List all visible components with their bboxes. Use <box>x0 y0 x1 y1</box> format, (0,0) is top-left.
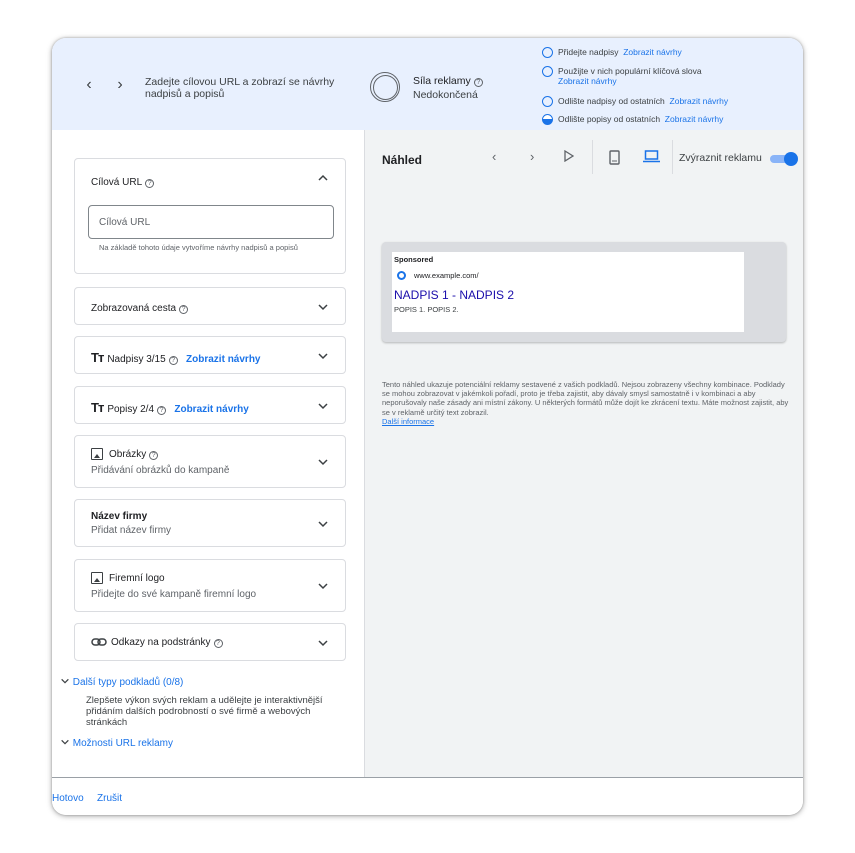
view-suggestions-link[interactable]: Zobrazit návrhy <box>623 47 682 57</box>
preview-panel: Náhled ‹ › Zvýraznit reklamu Sponsored w… <box>365 130 803 777</box>
header-title: Zadejte cílovou URL a zobrazí se návrhy … <box>145 76 335 100</box>
text-size-icon: Tт <box>91 400 104 415</box>
sitelinks-section[interactable]: Odkazy na podstránky? <box>74 623 346 661</box>
sitelinks-title: Odkazy na podstránky? <box>111 637 223 648</box>
suggestion-item: Odlište popisy od ostatních Zobrazit náv… <box>542 114 724 125</box>
chevron-down-icon[interactable] <box>317 456 329 468</box>
chevron-right-icon[interactable]: › <box>530 150 534 164</box>
highlight-ad-label: Zvýraznit reklamu <box>679 152 762 164</box>
final-url-section: Cílová URL? Cílová URL Na základě tohoto… <box>74 158 346 274</box>
help-icon[interactable]: ? <box>149 451 159 460</box>
circle-icon <box>542 66 553 77</box>
chevron-down-icon[interactable] <box>317 301 329 313</box>
view-suggestions-link[interactable]: Zobrazit návrhy <box>670 96 729 106</box>
chevron-down-icon[interactable] <box>317 580 329 592</box>
link-icon <box>91 635 107 653</box>
asset-panel: Cílová URL? Cílová URL Na základě tohoto… <box>52 130 365 777</box>
globe-icon <box>397 271 406 280</box>
ad-sponsored-label: Sponsored <box>394 255 434 264</box>
desktop-device-icon[interactable] <box>643 150 660 166</box>
chevron-down-icon[interactable] <box>317 637 329 649</box>
chevron-down-icon[interactable] <box>317 400 329 412</box>
text-size-icon: Tт <box>91 350 104 365</box>
headlines-section[interactable]: Tт Nadpisy 3/15? Zobrazit návrhy <box>74 336 346 374</box>
suggestion-item: Použijte v nich populární klíčová slova … <box>542 66 702 86</box>
images-section[interactable]: Obrázky? Přidávání obrázků do kampaně <box>74 435 346 488</box>
chevron-up-icon[interactable] <box>317 172 329 184</box>
descriptions-title: Tт Popisy 2/4? Zobrazit návrhy <box>91 400 249 415</box>
image-icon <box>91 572 103 584</box>
circle-icon <box>542 47 553 58</box>
headlines-title: Tт Nadpisy 3/15? Zobrazit návrhy <box>91 350 261 365</box>
view-suggestions-link[interactable]: Zobrazit návrhy <box>174 404 248 415</box>
business-logo-section[interactable]: Firemní logo Přidejte do své kampaně fir… <box>74 559 346 612</box>
toolbar-divider <box>672 140 673 174</box>
chevron-down-icon[interactable] <box>317 518 329 530</box>
help-icon[interactable]: ? <box>179 305 189 314</box>
done-button[interactable]: Hotovo <box>52 793 84 804</box>
chevron-left-icon[interactable]: ‹ <box>492 150 496 164</box>
images-subtitle: Přidávání obrázků do kampaně <box>91 465 230 476</box>
business-name-section[interactable]: Název firmy Přidat název firmy <box>74 499 346 547</box>
business-logo-subtitle: Přidejte do své kampaně firemní logo <box>91 589 257 600</box>
chevron-down-icon <box>60 677 70 688</box>
final-url-hint: Na základě tohoto údaje vytvoříme návrhy… <box>99 243 298 252</box>
ad-strength-status: Nedokončená <box>413 89 478 101</box>
ad-headline: NADPIS 1 - NADPIS 2 <box>394 288 515 302</box>
ad-preview-card: Sponsored www.example.com/ NADPIS 1 - NA… <box>392 252 744 332</box>
more-asset-types-toggle[interactable]: Další typy podkladů (0/8) <box>60 676 183 688</box>
play-icon[interactable] <box>564 149 575 165</box>
ad-strength-label: Síla reklamy? <box>413 75 483 87</box>
business-name-subtitle: Přidat název firmy <box>91 525 172 536</box>
toolbar-divider <box>592 140 593 174</box>
help-icon[interactable]: ? <box>145 179 155 188</box>
final-url-title[interactable]: Cílová URL? <box>91 177 155 188</box>
chevron-down-icon[interactable] <box>317 350 329 362</box>
cancel-button[interactable]: Zrušit <box>97 793 122 804</box>
more-asset-types-description: Zlepšete výkon svých reklam a udělejte j… <box>86 695 323 728</box>
mobile-device-icon[interactable] <box>609 150 620 168</box>
half-circle-icon <box>542 114 553 125</box>
display-path-section[interactable]: Zobrazovaná cesta? <box>74 287 346 325</box>
ad-strength-gauge <box>370 72 400 102</box>
preview-note: Tento náhled ukazuje potenciální reklamy… <box>382 380 789 426</box>
view-suggestions-link[interactable]: Zobrazit návrhy <box>558 76 702 86</box>
help-icon[interactable]: ? <box>473 78 483 87</box>
help-icon[interactable]: ? <box>157 406 167 415</box>
url-options-toggle[interactable]: Možnosti URL reklamy <box>60 737 173 749</box>
help-icon[interactable]: ? <box>213 639 223 648</box>
suggestion-item: Odlište nadpisy od ostatních Zobrazit ná… <box>542 96 729 107</box>
images-title: Obrázky? <box>109 449 159 460</box>
display-path-title: Zobrazovaná cesta? <box>91 303 189 314</box>
learn-more-link[interactable]: Další informace <box>382 417 434 426</box>
ad-description: POPIS 1. POPIS 2. <box>394 305 459 314</box>
image-icon <box>91 448 103 460</box>
header: ‹ › Zadejte cílovou URL a zobrazí se náv… <box>52 38 803 130</box>
business-logo-title: Firemní logo <box>109 573 165 584</box>
chevron-down-icon <box>60 738 70 749</box>
view-suggestions-link[interactable]: Zobrazit návrhy <box>186 354 260 365</box>
final-url-input[interactable]: Cílová URL <box>88 205 334 239</box>
suggestion-item: Přidejte nadpisy Zobrazit návrhy <box>542 47 682 58</box>
view-suggestions-link[interactable]: Zobrazit návrhy <box>665 114 724 124</box>
ad-editor-dialog: ‹ › Zadejte cílovou URL a zobrazí se náv… <box>52 38 803 815</box>
chevron-left-icon[interactable]: ‹ <box>82 77 96 93</box>
highlight-ad-toggle[interactable] <box>768 152 798 166</box>
descriptions-section[interactable]: Tт Popisy 2/4? Zobrazit návrhy <box>74 386 346 424</box>
business-name-title: Název firmy <box>91 511 148 522</box>
help-icon[interactable]: ? <box>168 356 178 365</box>
ad-preview-frame: Sponsored www.example.com/ NADPIS 1 - NA… <box>382 242 786 342</box>
circle-icon <box>542 96 553 107</box>
preview-title: Náhled <box>382 153 423 167</box>
footer: Hotovo Zrušit <box>52 777 803 815</box>
ad-display-url: www.example.com/ <box>414 271 479 280</box>
chevron-right-icon[interactable]: › <box>113 77 127 93</box>
